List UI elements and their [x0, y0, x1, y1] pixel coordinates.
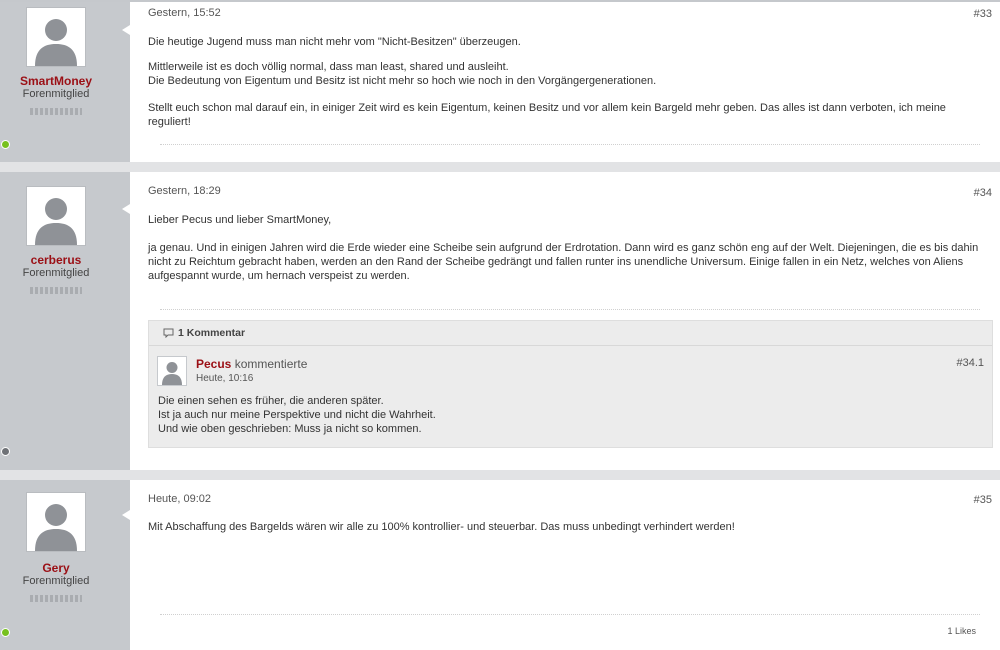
- post-text-line: Stellt euch schon mal darauf ein, in ein…: [148, 102, 946, 128]
- comment-text-line: Ist ja auch nur meine Perspektive und ni…: [158, 409, 436, 421]
- user-title: Forenmitglied: [22, 267, 90, 279]
- comment-text: Die einen sehen es früher, die anderen s…: [158, 394, 436, 436]
- default-avatar-icon: [158, 357, 186, 385]
- post-divider: [160, 614, 980, 615]
- speech-arrow: [122, 204, 130, 214]
- rank-bar: [30, 108, 82, 115]
- username-link[interactable]: cerberus: [0, 253, 112, 267]
- comment-number-link[interactable]: #34.1: [956, 357, 984, 369]
- comment-text-line: Und wie oben geschrieben: Muss ja nicht …: [158, 423, 422, 435]
- comment-date: Heute, 10:16: [196, 373, 254, 384]
- comment-author: Pecus kommentierte: [196, 357, 307, 371]
- comment-avatar[interactable]: [157, 356, 187, 386]
- user-info-panel: SmartMoney Forenmitglied: [0, 2, 130, 162]
- post-text: Mit Abschaffung des Bargelds wären wir a…: [148, 520, 988, 534]
- post: Gery Forenmitglied Heute, 09:02 #35 Mit …: [0, 480, 1000, 650]
- post: cerberus Forenmitglied Gestern, 18:29 #3…: [0, 172, 1000, 470]
- default-avatar-icon: [27, 493, 85, 551]
- post-date: Gestern, 15:52: [148, 7, 221, 19]
- post-content: Gestern, 15:52 #33 Die heutige Jugend mu…: [130, 2, 1000, 162]
- avatar[interactable]: [26, 186, 86, 246]
- user-title: Forenmitglied: [22, 575, 90, 587]
- post-divider: [160, 144, 980, 145]
- post-text: Lieber Pecus und lieber SmartMoney, ja g…: [148, 213, 988, 283]
- default-avatar-icon: [27, 8, 85, 66]
- post-divider: [160, 309, 980, 310]
- speech-bubble-icon: [163, 328, 174, 339]
- post-content: Gestern, 18:29 #34 Lieber Pecus und lieb…: [130, 172, 1000, 470]
- post-text-line: ja genau. Und in einigen Jahren wird die…: [148, 242, 979, 282]
- online-status-icon: [1, 140, 10, 149]
- post-number-link[interactable]: #35: [974, 494, 992, 506]
- comments-count: 1 Kommentar: [178, 327, 246, 339]
- user-info-panel: cerberus Forenmitglied: [0, 172, 130, 470]
- comment-text-line: Die einen sehen es früher, die anderen s…: [158, 395, 384, 407]
- comment-verb: kommentierte: [234, 357, 308, 371]
- post-number-link[interactable]: #34: [974, 187, 992, 199]
- post-content: Heute, 09:02 #35 Mit Abschaffung des Bar…: [130, 480, 1000, 650]
- username-link[interactable]: SmartMoney: [0, 74, 112, 88]
- comment-author-link[interactable]: Pecus: [196, 357, 231, 371]
- post-date: Gestern, 18:29: [148, 185, 221, 197]
- rank-bar: [30, 287, 82, 294]
- username-link[interactable]: Gery: [0, 561, 112, 575]
- post-text: Die heutige Jugend muss man nicht mehr v…: [148, 35, 988, 129]
- rank-bar: [30, 595, 82, 602]
- post-number-link[interactable]: #33: [974, 8, 992, 20]
- user-info-panel: Gery Forenmitglied: [0, 480, 130, 650]
- comments-box: 1 Kommentar Pecus kommentierte Heute, 10…: [148, 320, 993, 448]
- post-date: Heute, 09:02: [148, 493, 211, 505]
- avatar[interactable]: [26, 7, 86, 67]
- speech-arrow: [122, 25, 130, 35]
- post: SmartMoney Forenmitglied Gestern, 15:52 …: [0, 2, 1000, 162]
- speech-arrow: [122, 510, 130, 520]
- post-text-line: Die heutige Jugend muss man nicht mehr v…: [148, 36, 521, 48]
- post-text-line: Mittlerweile ist es doch völlig normal, …: [148, 61, 509, 73]
- user-title: Forenmitglied: [22, 88, 90, 100]
- post-text-line: Lieber Pecus und lieber SmartMoney,: [148, 214, 332, 226]
- post-text-line: Mit Abschaffung des Bargelds wären wir a…: [148, 521, 735, 533]
- avatar[interactable]: [26, 492, 86, 552]
- default-avatar-icon: [27, 187, 85, 245]
- post-text-line: Die Bedeutung von Eigentum und Besitz is…: [148, 75, 657, 87]
- online-status-icon: [1, 447, 10, 456]
- likes-count[interactable]: 1 Likes: [947, 626, 976, 636]
- comments-header[interactable]: 1 Kommentar: [149, 321, 992, 346]
- online-status-icon: [1, 628, 10, 637]
